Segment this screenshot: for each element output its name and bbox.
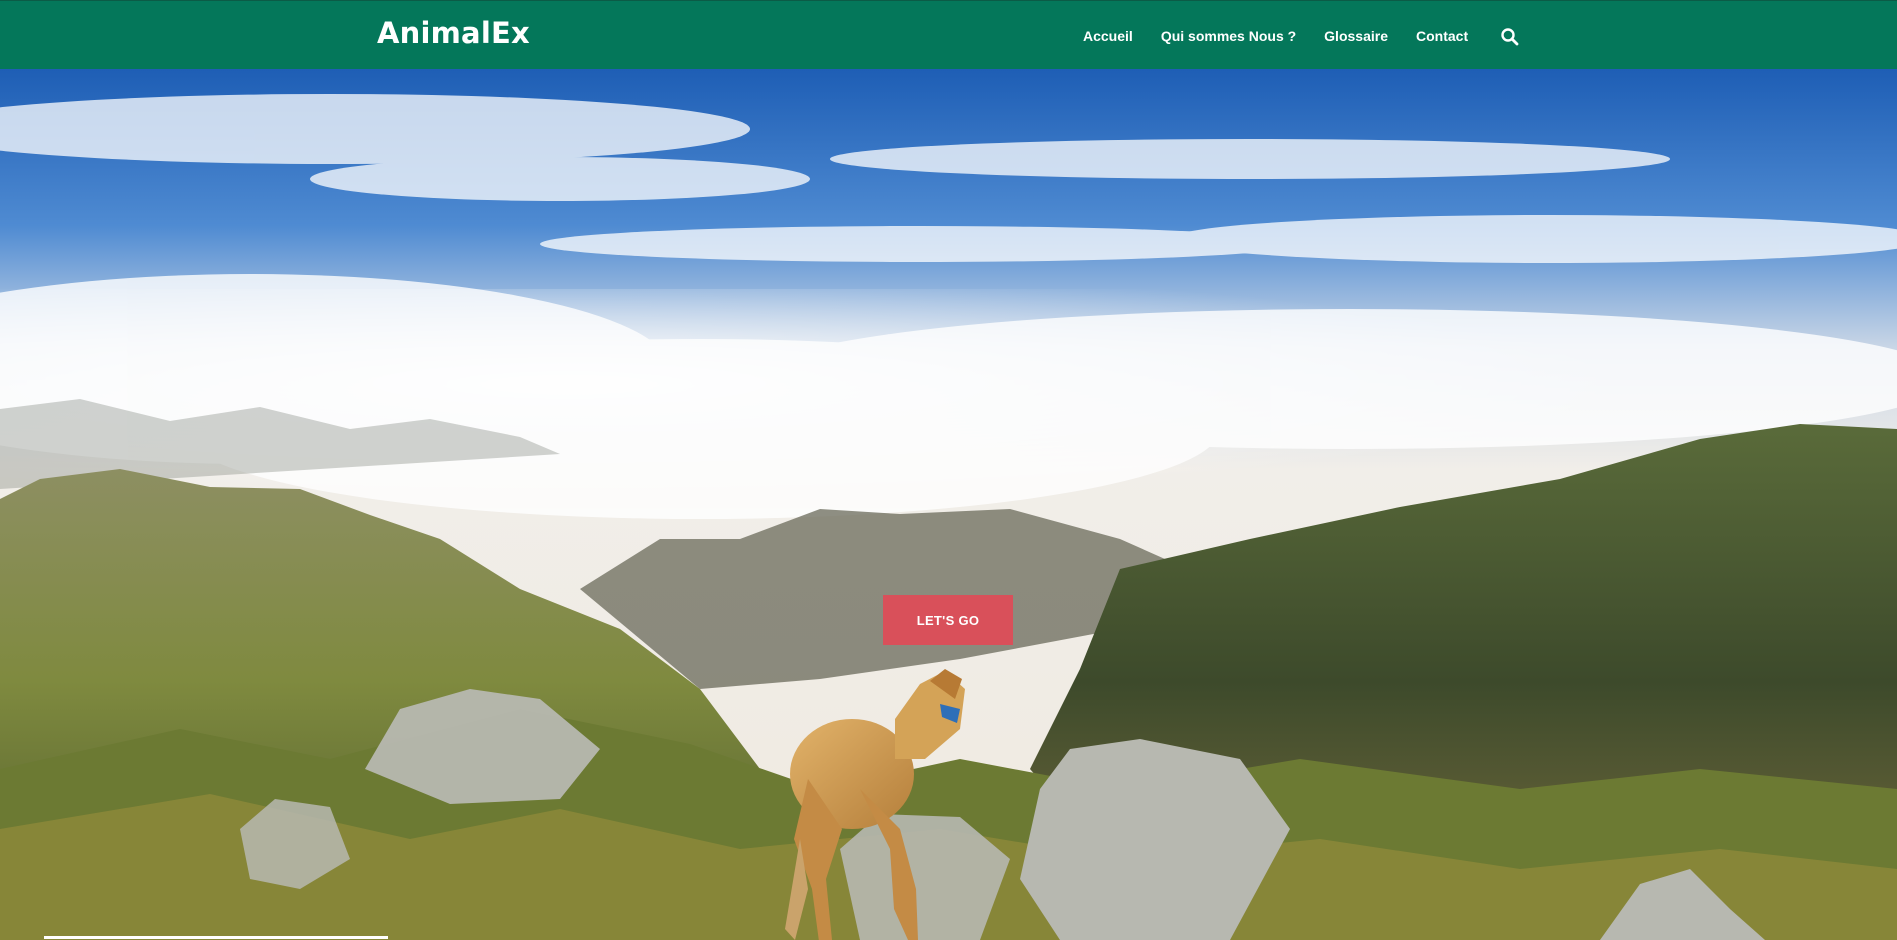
nav-link-accueil[interactable]: Accueil	[1083, 28, 1133, 44]
hero-background-image	[0, 69, 1897, 940]
nav-link-contact[interactable]: Contact	[1416, 28, 1468, 44]
nav-link-glossaire[interactable]: Glossaire	[1324, 28, 1388, 44]
hero-section: LET'S GO	[0, 69, 1897, 940]
brand-logo-text[interactable]: AnimalEx	[377, 16, 530, 50]
main-nav: Accueil Qui sommes Nous ? Glossaire Cont…	[1083, 1, 1468, 70]
top-navbar: AnimalEx Accueil Qui sommes Nous ? Gloss…	[0, 0, 1897, 69]
lets-go-button[interactable]: LET'S GO	[883, 595, 1013, 645]
nav-link-qui-sommes-nous[interactable]: Qui sommes Nous ?	[1161, 28, 1296, 44]
search-icon	[1501, 28, 1519, 46]
search-button[interactable]	[1500, 27, 1520, 47]
bottom-indicator-line	[44, 936, 388, 939]
